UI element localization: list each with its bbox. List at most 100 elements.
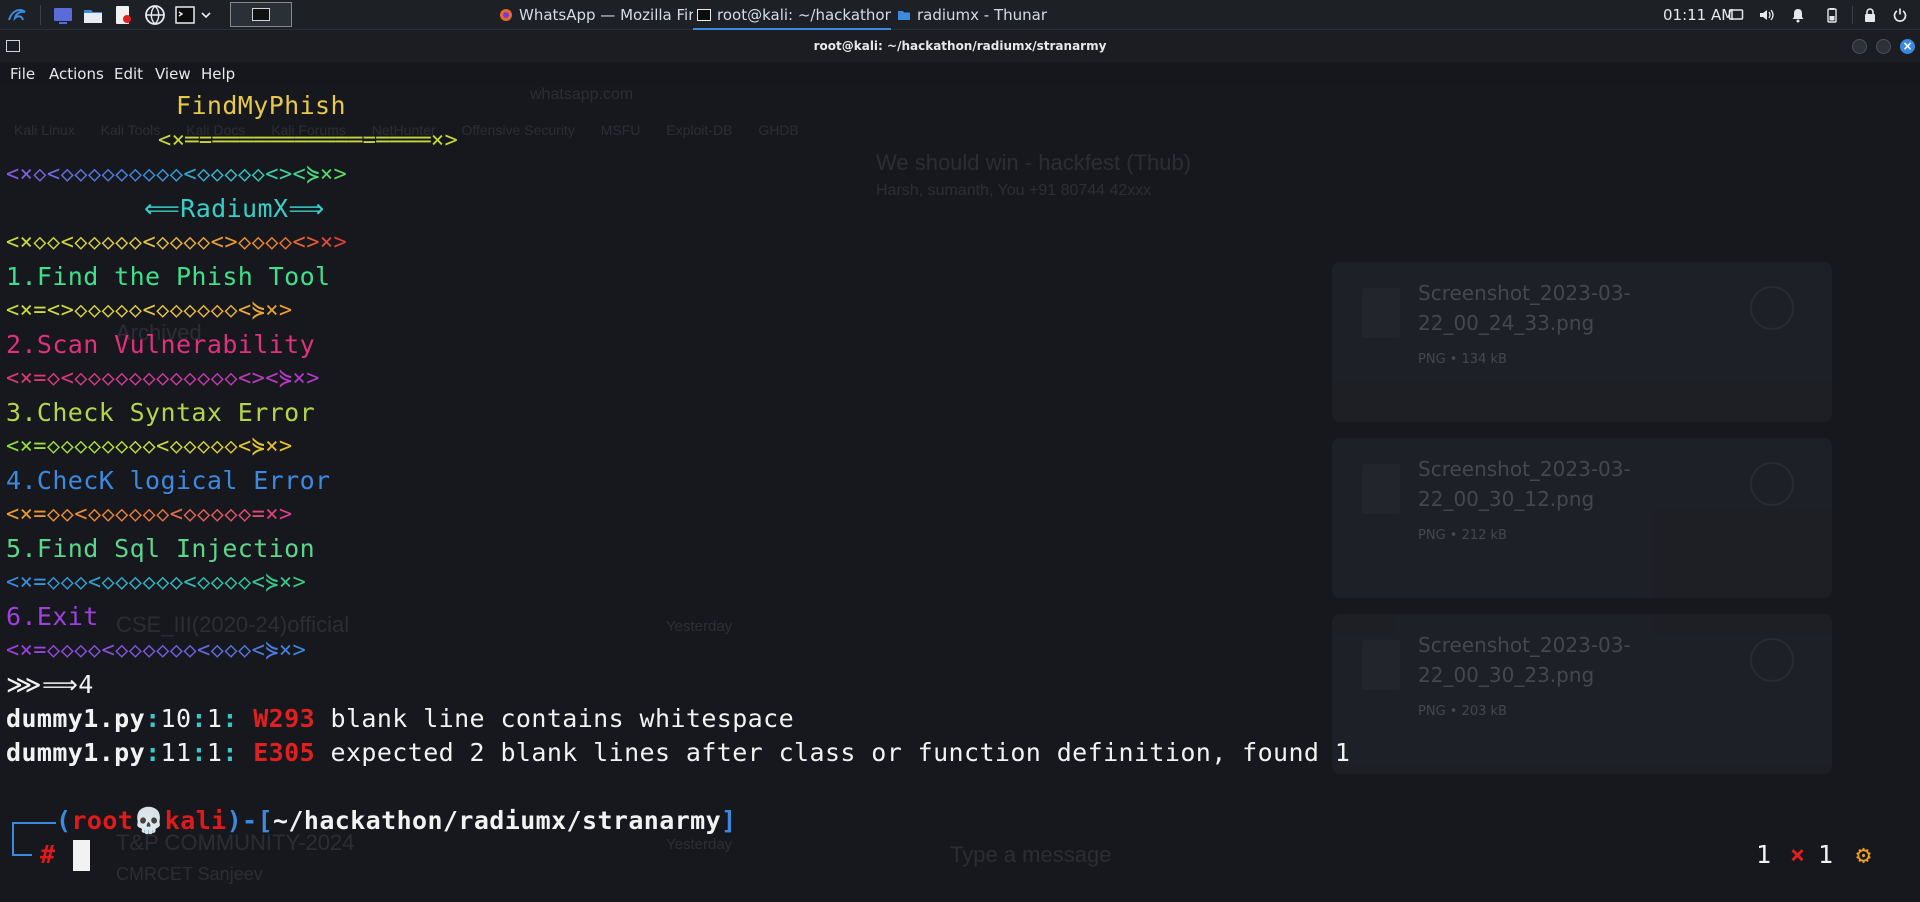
bg-bookmark: Offensive Security bbox=[461, 122, 575, 138]
option-6: 6.Exit bbox=[6, 602, 99, 631]
document-icon bbox=[1362, 464, 1400, 514]
maximize-button[interactable] bbox=[1876, 39, 1891, 54]
banner-rule-author: <×◇◇<◇◇◇◇◇<◇◇◇◇<>◇◇◇◇<>×> bbox=[6, 228, 347, 258]
output-message: blank line contains whitespace bbox=[330, 704, 795, 733]
bg-composer: Type a message bbox=[950, 842, 1112, 867]
skull-icon: 💀 bbox=[133, 806, 165, 835]
bg-bookmark: Exploit-DB bbox=[666, 122, 733, 138]
banner-title-rule: <×═=═══════════=════×> bbox=[158, 128, 459, 153]
bg-file-name: Screenshot_2023-03-22_00_30_12.png bbox=[1418, 457, 1631, 511]
tray-separator bbox=[1852, 6, 1853, 24]
bg-file-meta: PNG • 212 kB bbox=[1418, 528, 1507, 543]
menu-file[interactable]: File bbox=[10, 62, 35, 86]
banner-author: ⟸RadiumX⟹ bbox=[144, 194, 325, 223]
terminal-menubar: File Actions Edit View Help bbox=[0, 62, 1920, 86]
bg-chat-time: Yesterday bbox=[666, 836, 733, 853]
banner-title: FindMyPhish bbox=[176, 91, 346, 120]
banner-rule-top: <×◇<◇◇◇◇◇◇◇◇◇<◇◇◇◇◇<><⋟×> bbox=[6, 160, 347, 190]
input-prompt: ⋙⟹ bbox=[6, 670, 79, 699]
output-code: E305 bbox=[253, 738, 316, 767]
bg-file-card: Screenshot_2023-03-22_00_30_23.png PNG •… bbox=[1332, 614, 1832, 774]
terminal-titlebar[interactable]: root@kali: ~/hackathon/radiumx/stranarmy… bbox=[0, 30, 1920, 62]
task-label: root@kali: ~/hackathon... bbox=[717, 6, 891, 24]
output-file: dummy1.py bbox=[6, 738, 146, 767]
bg-file-meta: PNG • 203 kB bbox=[1418, 704, 1507, 719]
window-title: root@kali: ~/hackathon/radiumx/stranarmy bbox=[813, 39, 1107, 53]
minimize-button[interactable] bbox=[1852, 39, 1867, 54]
prompt-cwd: ~/hackathon/radiumx/stranarmy bbox=[272, 806, 722, 835]
option-rule: <×=◇<◇◇◇◇◇◇◇◇◇◇◇◇<><⋟×> bbox=[6, 364, 320, 394]
prompt-host: kali bbox=[164, 806, 227, 835]
bg-bookmark: MSFU bbox=[600, 122, 641, 138]
download-icon bbox=[1750, 462, 1794, 506]
status-errors: 1 bbox=[1818, 840, 1834, 869]
output-line: dummy1.py:11:1: E305 expected 2 blank li… bbox=[6, 738, 1351, 767]
bg-file-meta: PNG • 134 kB bbox=[1418, 352, 1507, 367]
firefox-icon bbox=[500, 9, 512, 21]
bg-file-name: Screenshot_2023-03-22_00_24_33.png bbox=[1418, 281, 1631, 335]
file-manager-icon[interactable] bbox=[82, 4, 104, 26]
text-cursor[interactable] bbox=[73, 840, 90, 871]
output-file: dummy1.py bbox=[6, 704, 146, 733]
bg-chat-name: CMRCET Sanjeev bbox=[116, 864, 263, 884]
task-label: radiumx - Thunar bbox=[917, 6, 1048, 24]
input-line: ⋙⟹4 bbox=[6, 670, 94, 700]
option-rule: <×=◇◇◇◇<◇◇◇◇◇◇<◇◇◇<⋟×> bbox=[6, 636, 306, 666]
power-icon[interactable] bbox=[1892, 7, 1908, 23]
menu-edit[interactable]: Edit bbox=[114, 62, 143, 86]
notification-bell-icon[interactable] bbox=[1790, 7, 1806, 23]
bg-chat-title: We should win - hackfest (Thub) bbox=[876, 150, 1192, 175]
input-value: 4 bbox=[78, 670, 94, 699]
output-line: dummy1.py:10:1: W293 blank line contains… bbox=[6, 704, 795, 733]
menu-view[interactable]: View bbox=[155, 62, 191, 86]
desktop-icon[interactable] bbox=[52, 4, 74, 26]
download-icon bbox=[1750, 638, 1794, 682]
battery-icon[interactable] bbox=[1824, 7, 1840, 23]
terminal-icon bbox=[697, 9, 711, 21]
bg-chat-name: CSE_III(2020-24)official bbox=[116, 612, 350, 637]
menu-actions[interactable]: Actions bbox=[49, 62, 104, 86]
output-message: expected 2 blank lines after class or fu… bbox=[330, 738, 1351, 767]
folder-icon bbox=[898, 11, 910, 20]
lock-icon[interactable] bbox=[1862, 7, 1878, 23]
document-icon bbox=[1362, 288, 1400, 338]
option-4: 4.ChecK logical Error bbox=[6, 466, 331, 495]
option-5: 5.Find Sql Injection bbox=[6, 534, 316, 563]
prompt-line: (root💀kali)-[~/hackathon/radiumx/stranar… bbox=[56, 806, 737, 835]
option-rule: <×=<>◇◇◇◇◇<◇◇◇◇◇◇<⋟×> bbox=[6, 296, 293, 326]
prompt-user: root bbox=[71, 806, 134, 835]
taskbar-separator bbox=[40, 5, 41, 25]
menu-help[interactable]: Help bbox=[201, 62, 235, 86]
prompt-frame-bottom bbox=[12, 838, 32, 856]
volume-icon[interactable] bbox=[1758, 7, 1774, 23]
download-icon bbox=[1750, 286, 1794, 330]
status-jobs: 1 bbox=[1756, 840, 1772, 869]
output-code: W293 bbox=[253, 704, 316, 733]
terminal-window-icon[interactable] bbox=[6, 40, 20, 52]
bg-bookmark: Kali Linux bbox=[14, 122, 75, 138]
task-label: WhatsApp — Mozilla Fir... bbox=[519, 6, 693, 24]
task-terminal[interactable]: root@kali: ~/hackathon... bbox=[693, 0, 891, 30]
output-col: 1 bbox=[206, 738, 223, 767]
web-browser-icon[interactable] bbox=[144, 4, 166, 26]
output-line-number: 10 bbox=[160, 704, 192, 733]
task-whatsapp-firefox[interactable]: WhatsApp — Mozilla Fir... bbox=[495, 0, 693, 30]
chevron-down-icon[interactable] bbox=[200, 4, 212, 26]
text-editor-icon[interactable] bbox=[112, 4, 134, 26]
gear-icon: ⚙ bbox=[1856, 840, 1872, 869]
bg-chat-time: Yesterday bbox=[666, 618, 733, 635]
kali-menu-icon[interactable] bbox=[6, 4, 28, 26]
display-icon[interactable] bbox=[1728, 7, 1744, 23]
close-button[interactable]: × bbox=[1900, 39, 1915, 54]
bg-chat-subtitle: Harsh, sumanth, You +91 80744 42xxx bbox=[876, 182, 1152, 199]
task-thunar[interactable]: radiumx - Thunar bbox=[893, 0, 1093, 30]
output-line-number: 11 bbox=[160, 738, 192, 767]
workspace-switcher[interactable] bbox=[230, 2, 292, 27]
option-rule: <×=◇◇<◇◇◇◇◇◇<◇◇◇◇◇=×> bbox=[6, 500, 293, 530]
option-2: 2.Scan Vulnerability bbox=[6, 330, 316, 359]
option-1: 1.Find the Phish Tool bbox=[6, 262, 331, 291]
clock[interactable]: 01:11 AM bbox=[1663, 0, 1734, 30]
option-3: 3.Check Syntax Error bbox=[6, 398, 316, 427]
terminal-launcher-icon[interactable] bbox=[174, 4, 196, 26]
bg-bookmark: GHDB bbox=[758, 122, 799, 138]
